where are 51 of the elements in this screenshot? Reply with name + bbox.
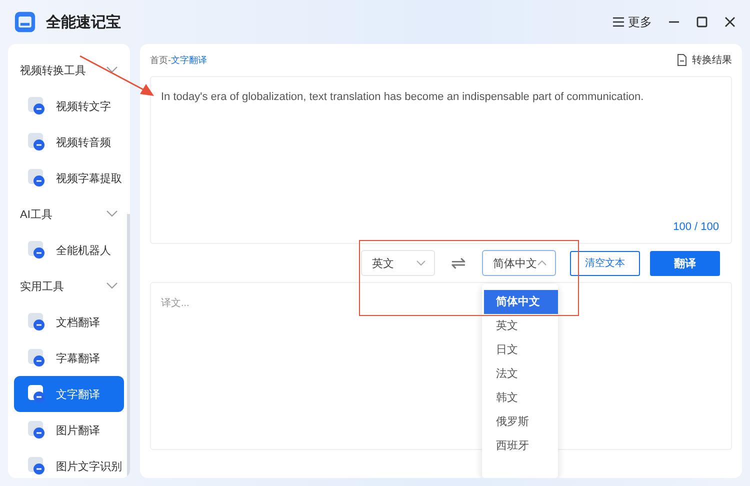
language-option[interactable]: 日文	[482, 338, 558, 362]
sidebar-item[interactable]: 视频字幕提取	[14, 160, 124, 196]
language-option[interactable]: 英文	[482, 314, 558, 338]
maximize-icon[interactable]	[696, 16, 708, 28]
sidebar-item[interactable]: 字幕翻译	[14, 340, 124, 376]
sidebar-group-header[interactable]: AI工具	[14, 196, 124, 232]
clear-text-button[interactable]: 清空文本	[570, 250, 640, 276]
chevron-icon	[106, 210, 118, 218]
source-text: In today's era of globalization, text translation has become an indispensable part of communication.	[161, 91, 644, 103]
chevron-icon	[416, 260, 426, 266]
breadcrumb-link[interactable]: 文字翻译	[171, 54, 207, 64]
sidebar-item[interactable]: 文字翻译	[14, 376, 124, 412]
tool-icon	[28, 385, 46, 403]
tool-icon	[28, 313, 46, 331]
sidebar-item[interactable]: 视频转音频	[14, 124, 124, 160]
app-logo-icon	[14, 11, 36, 33]
app-title: 全能速记宝	[46, 12, 121, 32]
more-menu-button[interactable]: 更多	[613, 14, 652, 30]
results-link[interactable]: 转换结果	[677, 53, 732, 67]
tool-icon	[28, 349, 46, 367]
breadcrumb-separator: -	[168, 54, 171, 64]
tool-icon	[28, 241, 46, 259]
tool-icon	[28, 97, 46, 115]
document-icon	[677, 54, 687, 66]
sidebar-item[interactable]: 图片翻译	[14, 412, 124, 448]
tool-icon	[28, 133, 46, 151]
swap-languages-button[interactable]: ⇌	[450, 252, 466, 274]
sidebar-item[interactable]: 全能机器人	[14, 232, 124, 268]
tool-icon	[28, 457, 46, 475]
sidebar-item[interactable]: 视频转文字	[14, 88, 124, 124]
tool-icon	[28, 421, 46, 439]
language-option[interactable]: 韩文	[482, 386, 558, 410]
chevron-icon	[106, 66, 118, 74]
chevron-icon	[106, 282, 118, 290]
sidebar-group-header[interactable]: 视频转换工具	[14, 52, 124, 88]
target-language-select[interactable]: 简体中文	[482, 250, 556, 276]
language-option[interactable]: 法文	[482, 362, 558, 386]
tool-icon	[28, 169, 46, 187]
breadcrumb-link[interactable]: 首页	[150, 54, 168, 64]
close-icon[interactable]	[724, 16, 736, 28]
chevron-icon	[537, 260, 547, 266]
translate-button[interactable]: 翻译	[650, 250, 720, 276]
sidebar-group-header[interactable]: 实用工具	[14, 268, 124, 304]
sidebar-item[interactable]: 图片文字识别	[14, 448, 124, 478]
character-counter: 100 / 100	[673, 221, 719, 233]
menu-icon	[613, 17, 624, 27]
source-language-select[interactable]: 英文	[360, 250, 435, 276]
language-option[interactable]: 俄罗斯	[482, 410, 558, 434]
language-option[interactable]: 简体中文	[484, 290, 558, 314]
source-text-field[interactable]: In today's era of globalization, text translation has become an indispensable part of communication. 100 / 100	[150, 76, 732, 244]
sidebar-item[interactable]: 文档翻译	[14, 304, 124, 340]
